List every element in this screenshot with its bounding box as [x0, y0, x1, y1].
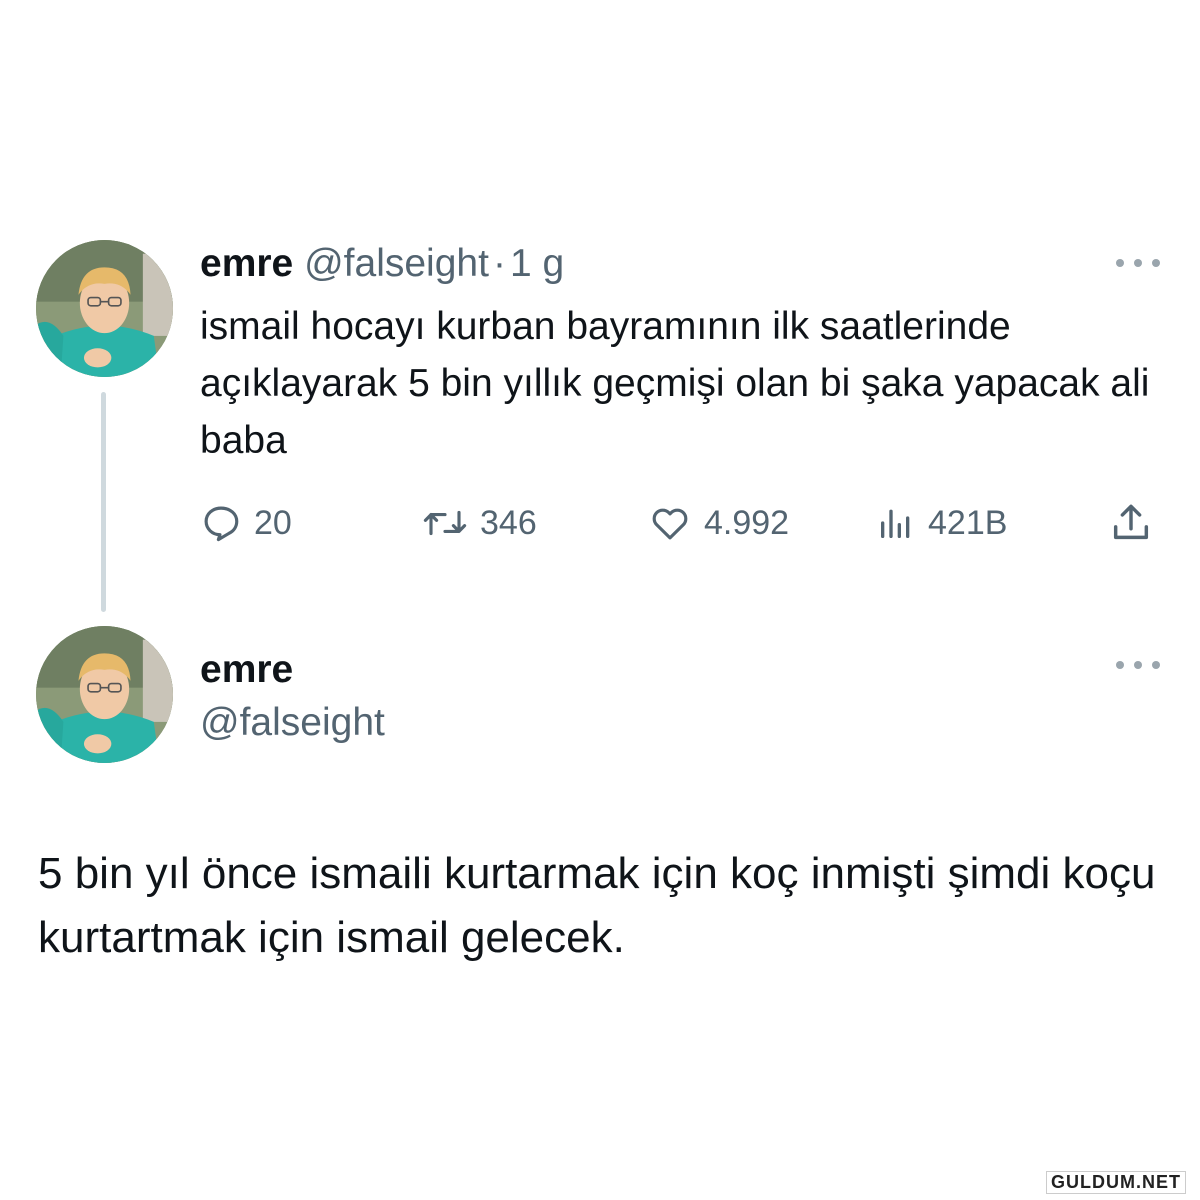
reply-icon [204, 506, 239, 542]
avatar[interactable] [36, 240, 173, 377]
tweet-actions: 20 346 4.992 421B [200, 495, 1162, 551]
reply-button[interactable]: 20 [200, 495, 292, 551]
reply-count: 20 [254, 503, 292, 542]
retweet-icon [423, 510, 467, 536]
separator-dot: · [492, 242, 506, 285]
display-name[interactable]: emre [200, 644, 293, 696]
username-handle[interactable]: @falseight [304, 242, 489, 285]
more-options-icon[interactable] [1116, 256, 1160, 270]
tweet-text: 5 bin yıl önce ismaili kurtarmak için ko… [38, 849, 1156, 962]
share-button[interactable] [1108, 495, 1154, 551]
views-button[interactable]: 421B [876, 495, 1007, 551]
avatar-image [36, 240, 173, 377]
tweet-text: ismail hocayı kurban bayramının ilk saat… [200, 305, 1150, 462]
timestamp[interactable]: 1 g [510, 242, 564, 285]
share-icon [1113, 504, 1149, 540]
username-handle[interactable]: @falseight [200, 697, 385, 749]
thread-connector-line [101, 392, 106, 612]
like-button[interactable]: 4.992 [648, 495, 789, 551]
display-name[interactable]: emre [200, 242, 293, 285]
like-icon [652, 508, 688, 540]
like-count: 4.992 [704, 503, 790, 542]
avatar[interactable] [36, 626, 173, 763]
avatar-image [36, 626, 173, 763]
views-count: 421B [928, 503, 1008, 542]
watermark: GULDUM.NET [1046, 1171, 1186, 1194]
retweet-count: 346 [480, 503, 537, 542]
tweet-header: emre @falseight · 1 g [200, 238, 564, 290]
more-options-icon[interactable] [1116, 658, 1160, 672]
retweet-button[interactable]: 346 [422, 495, 537, 551]
views-icon [881, 509, 910, 538]
